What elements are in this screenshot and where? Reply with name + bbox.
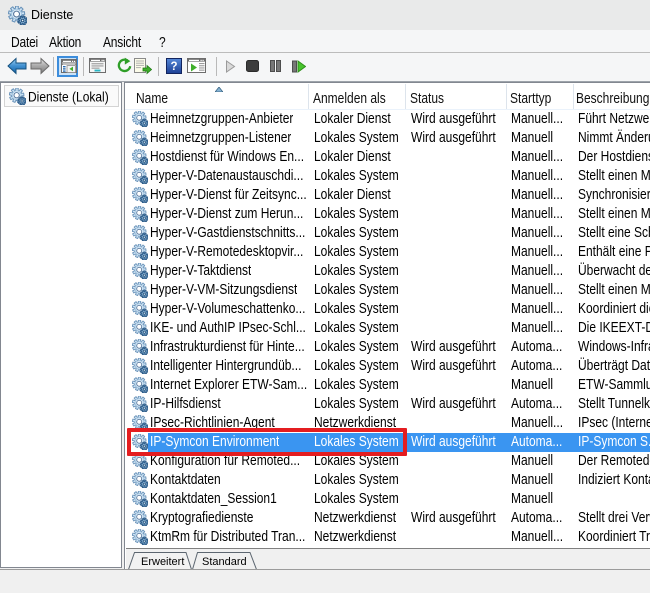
svg-text:Standard: Standard [202, 556, 247, 568]
svg-text:Erweitert: Erweitert [141, 556, 184, 568]
svg-text:?: ? [170, 61, 177, 73]
